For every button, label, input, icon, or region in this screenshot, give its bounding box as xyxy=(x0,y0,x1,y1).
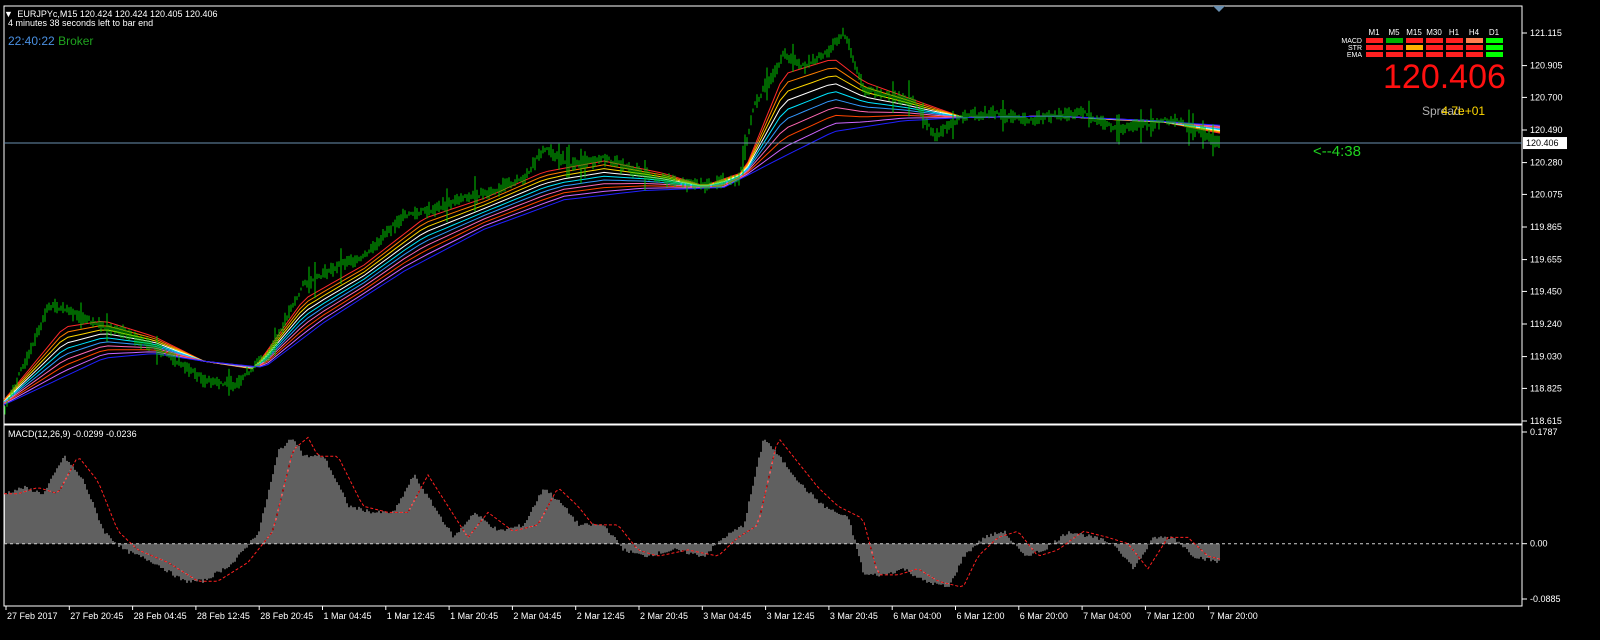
macd-tick-label: 0.1787 xyxy=(1530,427,1558,437)
price-tick-label: 120.700 xyxy=(1530,92,1563,102)
dashboard-signal-cell xyxy=(1446,52,1463,57)
chart-canvas[interactable]: 121.115 120.905 120.700 120.490 120.280 120.0… xyxy=(0,0,1600,640)
price-tick-label: 119.030 xyxy=(1530,352,1562,362)
time-tick-label: 1 Mar 12:45 xyxy=(387,611,435,621)
current-price-label: 120.406 xyxy=(1526,138,1559,148)
dashboard-timeframes: M1 M5 M15 M30 H1 H4 D1 xyxy=(1364,28,1504,38)
dashboard-row-label: MACD xyxy=(1341,38,1362,45)
dashboard-signal-cell xyxy=(1466,38,1483,43)
time-tick-label: 2 Mar 04:45 xyxy=(513,611,561,621)
dashboard-signal-cell xyxy=(1426,52,1443,57)
dashboard-signal-cell xyxy=(1366,52,1383,57)
dashboard-timeframe-m15: M15 xyxy=(1406,28,1422,37)
time-tick-label: 7 Mar 12:00 xyxy=(1146,611,1194,621)
macd-signal-line xyxy=(4,436,1221,588)
time-tick-label: 2 Mar 20:45 xyxy=(640,611,688,621)
macd-label: MACD(12,26,9) -0.0299 -0.0236 xyxy=(8,429,137,439)
price-tick-label: 120.280 xyxy=(1530,158,1563,168)
dashboard-timeframe-d1: D1 xyxy=(1488,28,1500,37)
dashboard-timeframe-h1: H1 xyxy=(1448,28,1460,37)
time-tick-label: 3 Mar 04:45 xyxy=(703,611,751,621)
time-tick-label: 28 Feb 20:45 xyxy=(260,611,313,621)
spread-value: 4.7e+01 xyxy=(1441,104,1486,118)
price-tick-label: 121.115 xyxy=(1530,28,1562,38)
dashboard-row-label: STR xyxy=(1348,45,1362,52)
dashboard-timeframe-m5: M5 xyxy=(1388,28,1400,37)
dashboard-timeframe-m1: M1 xyxy=(1368,28,1380,37)
price-tick-label: 120.075 xyxy=(1530,189,1563,199)
ema-line-2 xyxy=(3,67,1221,401)
price-tick-label: 120.905 xyxy=(1530,61,1563,71)
bar-countdown: <--4:38 xyxy=(1313,143,1361,160)
dashboard-timeframe-m30: M30 xyxy=(1426,28,1442,37)
dashboard-row-label: EMA xyxy=(1346,52,1362,59)
price-tick-label: 120.490 xyxy=(1530,125,1563,135)
dashboard-signal-cell xyxy=(1366,45,1383,50)
bar-timer-text: 4 minutes 38 seconds left to bar end xyxy=(8,18,154,28)
dashboard-signal-cell xyxy=(1386,38,1403,43)
price-tick-label: 119.865 xyxy=(1530,222,1562,232)
dashboard-signal-cell xyxy=(1466,52,1483,57)
price-tick-label: 119.240 xyxy=(1530,319,1562,329)
time-tick-label: 2 Mar 12:45 xyxy=(577,611,625,621)
time-tick-label: 28 Feb 04:45 xyxy=(134,611,187,621)
price-tick-label: 118.615 xyxy=(1530,416,1562,426)
time-tick-label: 6 Mar 12:00 xyxy=(957,611,1005,621)
dashboard-signal-cell xyxy=(1406,45,1423,50)
broker-clock: 22:40:22 Broker xyxy=(8,34,93,48)
dashboard-signal-cell xyxy=(1406,38,1423,43)
clock-label: Broker xyxy=(58,34,94,48)
macd-tick-label: -0.0885 xyxy=(1530,594,1561,604)
ema-line-8 xyxy=(3,114,1221,405)
big-price: 120.406 xyxy=(1383,58,1506,96)
time-tick-label: 7 Mar 04:00 xyxy=(1083,611,1131,621)
dashboard-timeframe-h4: H4 xyxy=(1468,28,1480,37)
dashboard-signal-cell xyxy=(1486,52,1503,57)
dashboard-signal-cell xyxy=(1386,45,1403,50)
macd-tick-label: 0.00 xyxy=(1530,539,1548,549)
time-tick-label: 6 Mar 20:00 xyxy=(1020,611,1068,621)
dashboard-signal-cell xyxy=(1406,52,1423,57)
time-tick-label: 3 Mar 20:45 xyxy=(830,611,878,621)
ema-line-10 xyxy=(3,115,1221,406)
dashboard-signal-cell xyxy=(1426,45,1443,50)
dashboard-signal-cell xyxy=(1486,38,1503,43)
dashboard-signal-cell xyxy=(1466,45,1483,50)
clock-time: 22:40:22 xyxy=(8,34,55,48)
dashboard-signal-cell xyxy=(1446,38,1463,43)
price-tick-label: 119.450 xyxy=(1530,286,1562,296)
time-tick-label: 3 Mar 12:45 xyxy=(767,611,815,621)
shift-marker-icon xyxy=(1213,6,1225,12)
dashboard-signal-cell xyxy=(1366,38,1383,43)
macd-histogram xyxy=(4,439,1220,587)
time-tick-label: 1 Mar 20:45 xyxy=(450,611,498,621)
dashboard-signal-cell xyxy=(1386,52,1403,57)
dashboard-signal-cell xyxy=(1446,45,1463,50)
dashboard-signal-cell xyxy=(1426,38,1443,43)
chart-window[interactable]: 121.115 120.905 120.700 120.490 120.280 120.0… xyxy=(0,0,1600,640)
time-tick-label: 28 Feb 12:45 xyxy=(197,611,250,621)
time-tick-label: 7 Mar 20:00 xyxy=(1210,611,1258,621)
time-tick-label: 6 Mar 04:00 xyxy=(893,611,941,621)
price-tick-label: 118.825 xyxy=(1530,383,1562,393)
time-tick-label: 27 Feb 2017 xyxy=(7,611,58,621)
ema-line-1 xyxy=(3,59,1221,401)
price-panel-frame xyxy=(3,5,1523,425)
time-tick-label: 1 Mar 04:45 xyxy=(324,611,372,621)
spread-readout: Spread: 4.7e+01 xyxy=(1422,104,1511,118)
dashboard-signal-cell xyxy=(1486,45,1503,50)
price-tick-label: 119.655 xyxy=(1530,255,1562,265)
time-tick-label: 27 Feb 20:45 xyxy=(70,611,123,621)
ema-line-9 xyxy=(3,115,1221,405)
